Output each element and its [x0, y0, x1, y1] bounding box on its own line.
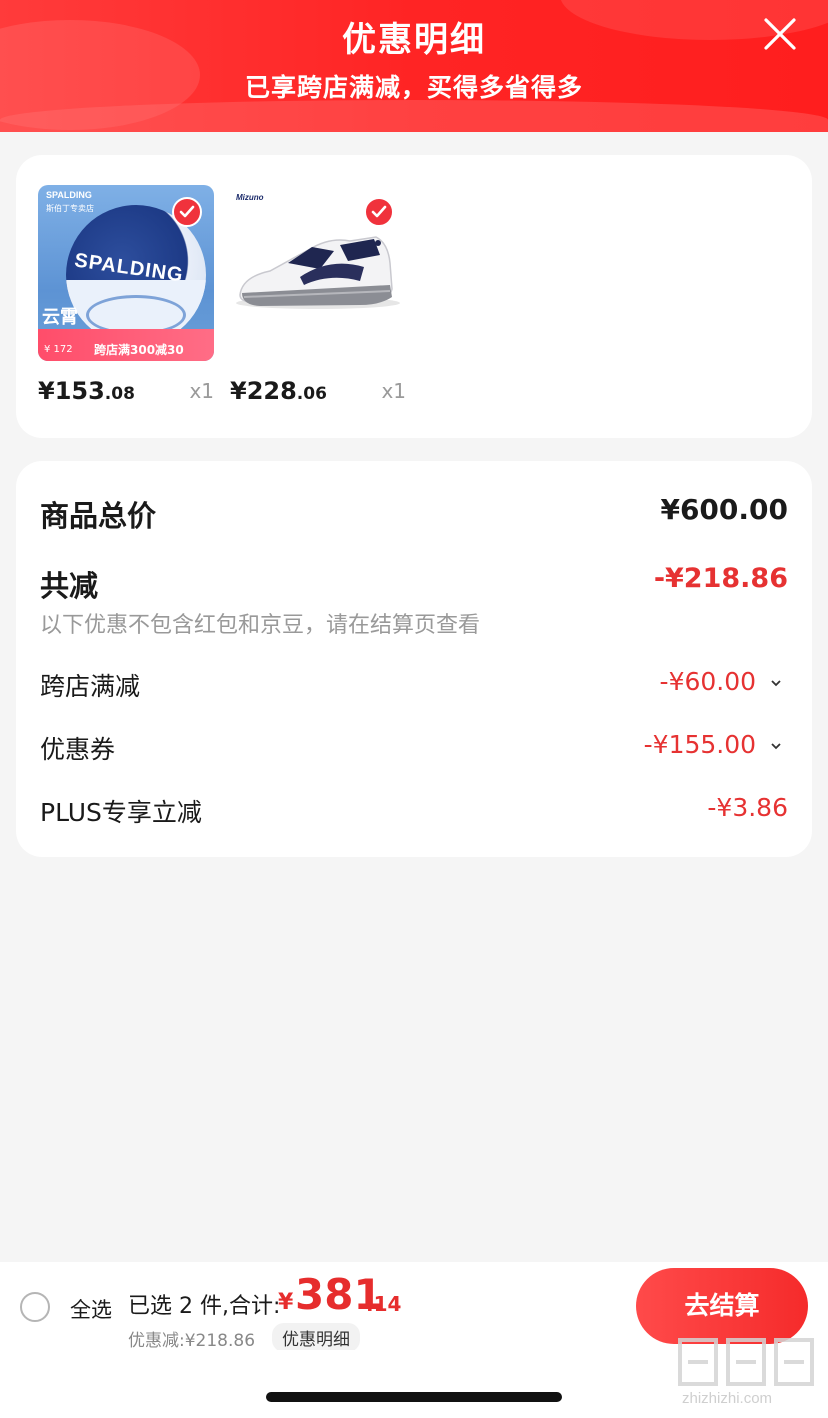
discount-label: 共减 [40, 569, 99, 603]
total-currency: ¥ [278, 1290, 294, 1315]
summary-card: 商品总价 ¥600.00 共减 -¥218.86 以下优惠不包含红包和京豆，请在… [16, 461, 812, 857]
selected-count-text: 已选 2 件,合计: [128, 1294, 281, 1319]
header: 优惠明细 已享跨店满减，买得多省得多 [0, 0, 828, 132]
promo-strip: ¥ 172 跨店满300减30 [38, 329, 214, 361]
store-name: 斯伯丁专卖店 [46, 204, 94, 213]
total-amount-decimal: .14 [366, 1292, 402, 1316]
discount-item-coupon[interactable]: 优惠券 -¥155.00 [40, 730, 788, 766]
discount-item-value: -¥155.00 [644, 730, 782, 759]
discount-row: 共减 -¥218.86 [40, 563, 788, 603]
brand-logo: SPALDING [46, 190, 92, 200]
promo-text: 跨店满300减30 [94, 343, 184, 357]
discount-item-label: PLUS专享立减 [40, 798, 202, 827]
price-decimal: .06 [296, 384, 327, 404]
discount-detail-link[interactable]: 优惠明细 [272, 1323, 360, 1352]
product-price: ¥228.06 [230, 377, 327, 405]
discount-value: -¥218.86 [653, 563, 788, 594]
page-subtitle: 已享跨店满减，买得多省得多 [244, 73, 583, 102]
product-thumbnail[interactable]: SPALDING SPALDING 斯伯丁专卖店 云霄 ¥ 172 跨店满300… [38, 185, 214, 361]
checkmark-icon [371, 205, 387, 218]
product-item[interactable]: SPALDING SPALDING 斯伯丁专卖店 云霄 ¥ 172 跨店满300… [38, 185, 216, 405]
discount-amount: -¥60.00 [659, 667, 757, 696]
discount-item-value: -¥3.86 [707, 793, 788, 822]
product-price: ¥153.08 [38, 377, 135, 405]
select-all-radio[interactable] [20, 1292, 50, 1322]
price-decimal: .08 [104, 384, 135, 404]
saved-amount: 优惠减:¥218.86 [128, 1331, 256, 1351]
select-all-label[interactable]: 全选 [70, 1294, 112, 1324]
price-integer: ¥228 [230, 377, 297, 405]
header-wave [0, 100, 828, 132]
discount-item-value: -¥60.00 [660, 667, 782, 696]
checked-icon[interactable] [364, 197, 394, 227]
home-indicator[interactable] [266, 1392, 562, 1402]
discount-amount: -¥155.00 [643, 730, 757, 759]
price-row: ¥153.08 x1 [38, 377, 216, 407]
page-title: 优惠明细 [342, 20, 486, 60]
product-thumbnail[interactable]: Mizuno [230, 185, 406, 361]
discount-note: 以下优惠不包含红包和京豆，请在结算页查看 [40, 613, 481, 638]
total-price-row: 商品总价 ¥600.00 [40, 493, 788, 533]
chevron-down-icon[interactable] [770, 679, 782, 687]
product-item[interactable]: Mizuno ¥228.06 x1 [230, 185, 408, 405]
discount-item-label: 跨店满减 [40, 672, 141, 701]
price-row: ¥228.06 x1 [230, 377, 408, 407]
price-integer: ¥153 [38, 377, 105, 405]
discount-item-cross-store[interactable]: 跨店满减 -¥60.00 [40, 667, 788, 703]
discount-item-plus: PLUS专享立减 -¥3.86 [40, 793, 788, 829]
discount-item-label: 优惠券 [40, 735, 116, 764]
total-price-label: 商品总价 [40, 499, 157, 533]
promo-price: ¥ 172 [44, 344, 73, 355]
thumb-cloud-text: 云霄 [42, 307, 78, 328]
product-quantity: x1 [189, 379, 214, 403]
products-card: SPALDING SPALDING 斯伯丁专卖店 云霄 ¥ 172 跨店满300… [16, 155, 812, 438]
chevron-down-icon[interactable] [770, 742, 782, 750]
total-price-value: ¥600.00 [660, 493, 788, 526]
close-icon[interactable] [762, 16, 798, 52]
checked-icon[interactable] [172, 197, 202, 227]
checkmark-icon [179, 205, 195, 218]
watermark-text: zhizhizhi.com [682, 1390, 773, 1407]
product-quantity: x1 [381, 379, 406, 403]
